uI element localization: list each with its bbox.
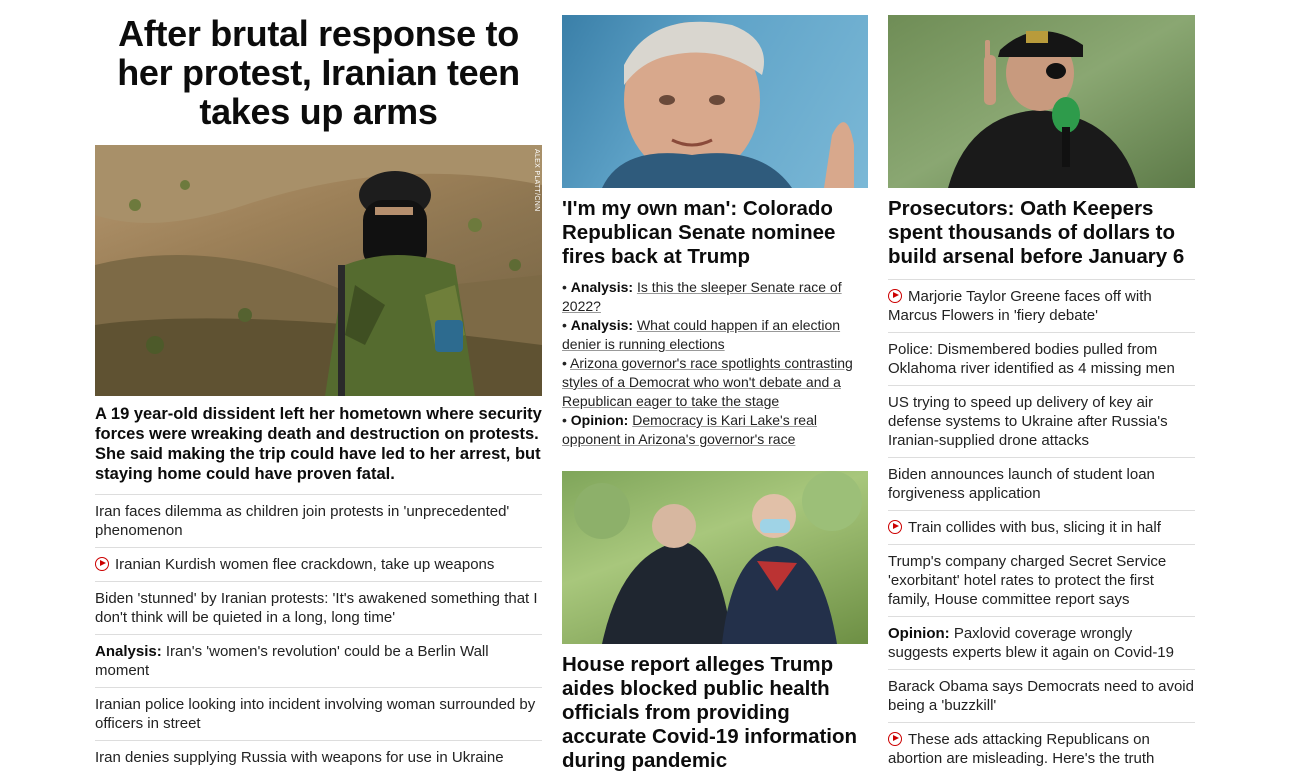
play-icon: [95, 557, 109, 571]
colorado-headline[interactable]: 'I'm my own man': Colorado Republican Se…: [562, 197, 868, 269]
list-item[interactable]: Iranian police looking into incident inv…: [95, 687, 542, 740]
analysis-label: Analysis:: [570, 317, 634, 333]
lead-story-column: After brutal response to her protest, Ir…: [95, 0, 542, 774]
colorado-story-image[interactable]: [562, 15, 868, 188]
list-item[interactable]: Iranian Kurdish women flee crackdown, ta…: [95, 547, 542, 581]
play-icon: [888, 289, 902, 303]
lead-summary[interactable]: A 19 year-old dissident left her hometow…: [95, 404, 542, 484]
colorado-related-list: • Analysis: Is this the sleeper Senate r…: [562, 278, 868, 449]
oath-keepers-story-image[interactable]: [888, 15, 1195, 188]
house-report-story-image[interactable]: [562, 471, 868, 644]
house-report-photo-illustration: [574, 471, 862, 644]
analysis-label: Analysis:: [95, 643, 162, 660]
list-item[interactable]: Analysis: Iran's 'women's revolution' co…: [95, 634, 542, 687]
list-item[interactable]: Iran denies supplying Russia with weapon…: [95, 740, 542, 774]
list-item[interactable]: Iran faces dilemma as children join prot…: [95, 494, 542, 547]
lead-headline[interactable]: After brutal response to her protest, Ir…: [95, 14, 542, 131]
list-item[interactable]: Biden announces launch of student loan f…: [888, 457, 1195, 510]
right-column: Prosecutors: Oath Keepers spent thousand…: [888, 0, 1195, 775]
play-icon: [888, 520, 902, 534]
list-item[interactable]: Barack Obama says Democrats need to avoi…: [888, 669, 1195, 722]
list-item[interactable]: • Analysis: What could happen if an elec…: [562, 316, 868, 354]
list-item[interactable]: Trump's company charged Secret Service '…: [888, 544, 1195, 616]
lead-related-list: Iran faces dilemma as children join prot…: [95, 494, 542, 774]
list-item[interactable]: US trying to speed up delivery of key ai…: [888, 385, 1195, 457]
list-item[interactable]: Police: Dismembered bodies pulled from O…: [888, 332, 1195, 385]
house-report-headline[interactable]: House report alleges Trump aides blocked…: [562, 653, 868, 773]
photo-credit: ALEX PLATT/CNN: [533, 149, 540, 212]
list-item[interactable]: Biden 'stunned' by Iranian protests: 'It…: [95, 581, 542, 634]
analysis-label: Analysis:: [570, 279, 634, 295]
opinion-label: Opinion:: [570, 412, 629, 428]
list-item[interactable]: Marjorie Taylor Greene faces off with Ma…: [888, 279, 1195, 332]
list-item[interactable]: • Arizona governor's race spotlights con…: [562, 354, 868, 411]
colorado-photo-illustration: [602, 21, 854, 188]
opinion-label: Opinion:: [888, 625, 950, 642]
list-item[interactable]: These ads attacking Republicans on abort…: [888, 722, 1195, 775]
oath-keepers-photo-illustration: [948, 31, 1138, 188]
lead-story-image[interactable]: ALEX PLATT/CNN: [95, 145, 542, 396]
play-icon: [888, 732, 902, 746]
list-item[interactable]: Opinion: Paxlovid coverage wrongly sugge…: [888, 616, 1195, 669]
middle-column: 'I'm my own man': Colorado Republican Se…: [562, 0, 868, 773]
lead-photo-illustration: [95, 145, 542, 396]
list-item[interactable]: • Opinion: Democracy is Kari Lake's real…: [562, 411, 868, 449]
list-item[interactable]: • Analysis: Is this the sleeper Senate r…: [562, 278, 868, 316]
list-item[interactable]: Train collides with bus, slicing it in h…: [888, 510, 1195, 544]
oath-keepers-headline[interactable]: Prosecutors: Oath Keepers spent thousand…: [888, 197, 1195, 269]
right-related-list: Marjorie Taylor Greene faces off with Ma…: [888, 279, 1195, 775]
